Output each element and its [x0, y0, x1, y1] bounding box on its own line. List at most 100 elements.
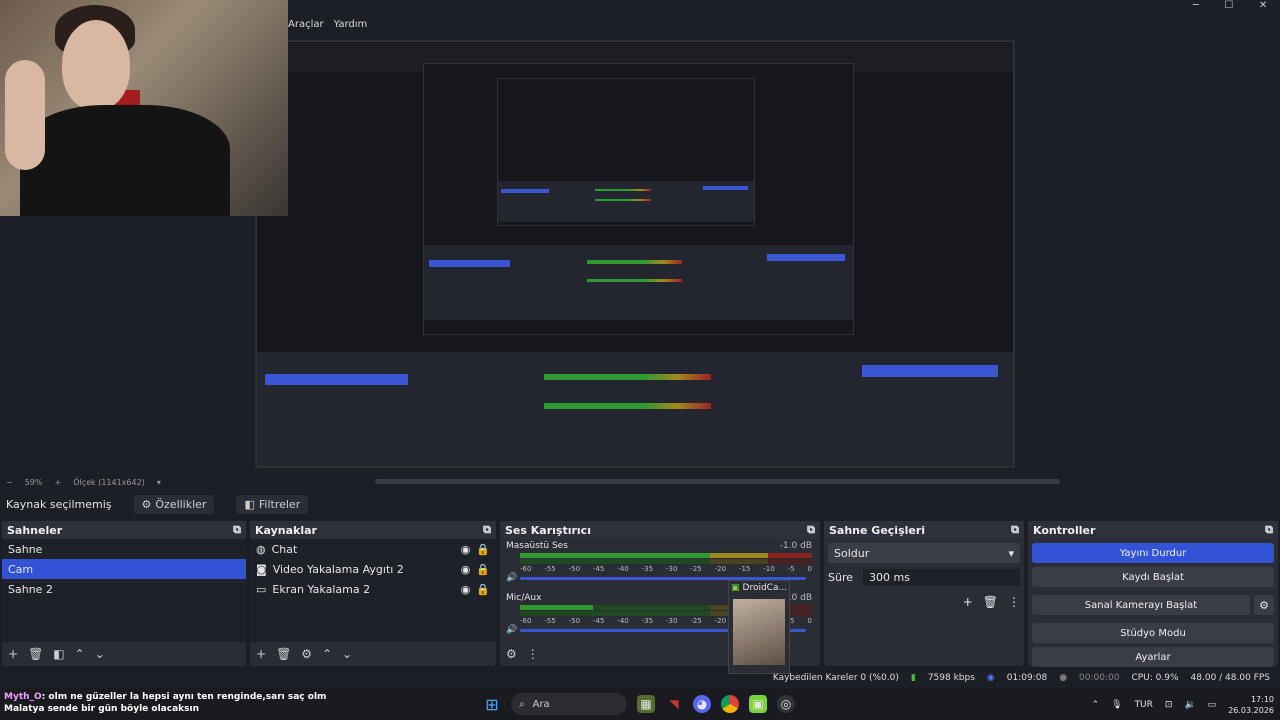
network-icon[interactable]: ⊡	[1165, 700, 1173, 710]
trash-icon[interactable]: 🗑	[276, 647, 291, 661]
dock-undock-icon[interactable]: ⧉	[1265, 523, 1273, 537]
chevron-up-icon[interactable]: ⌃	[1092, 700, 1100, 710]
add-icon[interactable]: +	[256, 647, 266, 661]
chrome-icon[interactable]	[721, 695, 739, 713]
microphone-icon[interactable]: 🎙	[1111, 700, 1122, 710]
controls-title: Kontroller	[1033, 523, 1096, 537]
speaker-icon[interactable]: 🔊	[506, 625, 517, 635]
move-up-icon[interactable]: ⌃	[75, 647, 85, 661]
browser-icon: ◍	[256, 542, 266, 556]
chevron-down-icon: ▾	[1008, 546, 1014, 560]
nested-preview-2	[423, 63, 855, 335]
add-icon[interactable]: +	[963, 595, 973, 609]
source-label: Ekran Yakalama 2	[272, 582, 371, 596]
language-indicator[interactable]: TUR	[1135, 700, 1153, 710]
dock-undock-icon[interactable]: ⧉	[233, 523, 241, 537]
start-record-button[interactable]: Kaydı Başlat	[1032, 567, 1274, 587]
preview-canvas[interactable]	[255, 40, 1015, 468]
clock[interactable]: 17:10 26.03.2026	[1228, 694, 1274, 716]
lock-icon[interactable]: 🔒	[476, 543, 490, 556]
status-bar: Kaybedilen Kareler 0 (%0.0) ▮ 7598 kbps …	[0, 669, 1280, 687]
trash-icon[interactable]: 🗑	[28, 647, 43, 661]
menu-item-help[interactable]: Yardım	[334, 19, 368, 30]
duration-input[interactable]: 300 ms	[863, 568, 1020, 586]
move-down-icon[interactable]: ⌄	[342, 647, 352, 661]
sources-dock: Kaynaklar ⧉ ◍ Chat ◉ 🔒 ◙ Video Yakalama A…	[250, 521, 496, 666]
dock-undock-icon[interactable]: ⧉	[483, 523, 491, 537]
source-item-chat[interactable]: ◍ Chat ◉ 🔒	[250, 539, 496, 559]
menu-bar: Araçlar Yardım	[288, 14, 367, 34]
maximize-icon[interactable]: ☐	[1224, 0, 1233, 14]
more-icon[interactable]: ⋮	[1008, 595, 1020, 609]
clock-time: 17:10	[1250, 695, 1274, 704]
eye-icon[interactable]: ◉	[461, 583, 471, 596]
app-icon[interactable]: ◥	[665, 695, 683, 713]
channel-db: -1.0 dB	[779, 541, 812, 551]
cpu-usage: CPU: 0.9%	[1131, 673, 1179, 683]
scale-select[interactable]: Ölçek (1141x642)	[73, 478, 145, 487]
webcam-feed	[0, 0, 288, 216]
stop-stream-button[interactable]: Yayını Durdur	[1032, 543, 1274, 563]
windows-start-icon[interactable]: ⊞	[483, 695, 501, 714]
filter-icon: ◧	[244, 497, 255, 511]
transition-select[interactable]: Soldur ▾	[828, 543, 1020, 563]
scene-label: Sahne	[8, 542, 43, 556]
preview-scrollbar[interactable]	[375, 479, 1060, 484]
taskbar-apps: ⊞ ⌕ Ara ▦ ◥ ◕ ▣ ◎	[483, 692, 795, 716]
dock-undock-icon[interactable]: ⧉	[807, 523, 815, 537]
transition-selected: Soldur	[834, 546, 870, 560]
menu-item-tools[interactable]: Araçlar	[288, 19, 324, 30]
settings-button[interactable]: Ayarlar	[1032, 647, 1274, 667]
filter-icon[interactable]: ◧	[53, 647, 64, 661]
volume-icon[interactable]: 🔉	[1184, 700, 1195, 710]
close-icon[interactable]: ✕	[1259, 0, 1267, 14]
speaker-icon[interactable]: 🔊	[506, 573, 517, 583]
channel-name: Masaüstü Ses	[506, 541, 568, 551]
droidcam-app-icon[interactable]: ▣	[749, 695, 767, 713]
filters-button[interactable]: ◧ Filtreler	[236, 494, 309, 514]
zoom-plus[interactable]: +	[54, 478, 61, 487]
properties-label: Özellikler	[155, 497, 207, 511]
eye-icon[interactable]: ◉	[461, 563, 471, 576]
taskbar-search[interactable]: ⌕ Ara	[511, 693, 627, 715]
filters-label: Filtreler	[258, 497, 301, 511]
start-virtual-camera-button[interactable]: Sanal Kamerayı Başlat	[1032, 595, 1250, 615]
move-down-icon[interactable]: ⌄	[95, 647, 105, 661]
widgets-icon[interactable]: ▦	[637, 695, 655, 713]
discord-icon[interactable]: ◕	[693, 695, 711, 713]
battery-icon[interactable]: ▭	[1208, 700, 1217, 710]
chat-overlay: Myth_O: olm ne güzeller la hepsi aynı te…	[4, 691, 364, 715]
move-up-icon[interactable]: ⌃	[322, 647, 332, 661]
sources-title: Kaynaklar	[255, 523, 317, 537]
controls-dock: Kontroller ⧉ Yayını Durdur Kaydı Başlat S…	[1028, 521, 1278, 667]
scene-item-cam[interactable]: Cam	[2, 559, 246, 579]
scene-item-sahne[interactable]: Sahne	[2, 539, 246, 559]
eye-icon[interactable]: ◉	[461, 543, 471, 556]
scenes-dock: Sahneler ⧉ Sahne Cam Sahne 2 + 🗑 ◧ ⌃ ⌄	[2, 521, 246, 666]
properties-button[interactable]: ⚙ Özellikler	[133, 494, 215, 514]
source-item-video-capture[interactable]: ◙ Video Yakalama Aygıtı 2 ◉ 🔒	[250, 559, 496, 579]
source-item-screen-capture[interactable]: ▭ Ekran Yakalama 2 ◉ 🔒	[250, 579, 496, 599]
add-icon[interactable]: +	[8, 647, 18, 661]
droidcam-icon: ▣	[731, 583, 740, 593]
chevron-down-icon[interactable]: ▾	[157, 478, 161, 487]
scene-label: Sahne 2	[8, 582, 53, 596]
droidcam-taskbar-preview[interactable]: ▣ DroidCa...	[728, 580, 790, 674]
gear-icon[interactable]: ⚙	[301, 647, 312, 661]
mixer-title: Ses Karıştırıcı	[505, 523, 591, 537]
minimize-icon[interactable]: ─	[1193, 0, 1199, 14]
gear-icon[interactable]: ⚙	[1254, 595, 1274, 615]
transitions-dock: Sahne Geçişleri ⧉ Soldur ▾ Süre 300 ms + …	[824, 521, 1024, 666]
lock-icon[interactable]: 🔒	[476, 563, 490, 576]
obs-icon[interactable]: ◎	[777, 695, 795, 713]
trash-icon[interactable]: 🗑	[983, 595, 998, 609]
scene-item-sahne-2[interactable]: Sahne 2	[2, 579, 246, 599]
window-controls: ─ ☐ ✕	[1180, 0, 1280, 14]
lock-icon[interactable]: 🔒	[476, 583, 490, 596]
dock-undock-icon[interactable]: ⧉	[1011, 523, 1019, 537]
zoom-minus[interactable]: −	[6, 478, 13, 487]
mixer-settings-icon[interactable]: ⚙	[506, 647, 517, 661]
studio-mode-button[interactable]: Stüdyo Modu	[1032, 623, 1274, 643]
sources-list: ◍ Chat ◉ 🔒 ◙ Video Yakalama Aygıtı 2 ◉ 🔒…	[250, 539, 496, 642]
more-icon[interactable]: ⋮	[527, 647, 539, 661]
